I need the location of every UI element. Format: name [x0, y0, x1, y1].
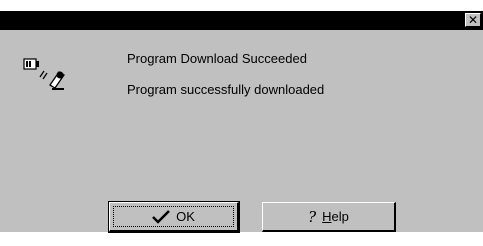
ok-label: OK: [176, 209, 195, 224]
checkmark-icon: [152, 209, 170, 224]
ok-button[interactable]: OK: [108, 201, 240, 233]
help-button[interactable]: ? Help: [262, 202, 396, 232]
question-mark-icon: ?: [308, 207, 317, 226]
close-button[interactable]: ✕: [465, 13, 481, 27]
close-icon: ✕: [467, 13, 479, 27]
message-body: Program successfully downloaded: [127, 82, 325, 97]
device-link-icon: [22, 55, 74, 97]
message-title: Program Download Succeeded: [127, 51, 307, 66]
title-bar: ✕: [0, 11, 483, 30]
download-dialog: ✕ Program Download Succeeded Program suc…: [0, 11, 483, 233]
help-label: Help: [322, 209, 349, 224]
focus-rect: [113, 206, 234, 227]
